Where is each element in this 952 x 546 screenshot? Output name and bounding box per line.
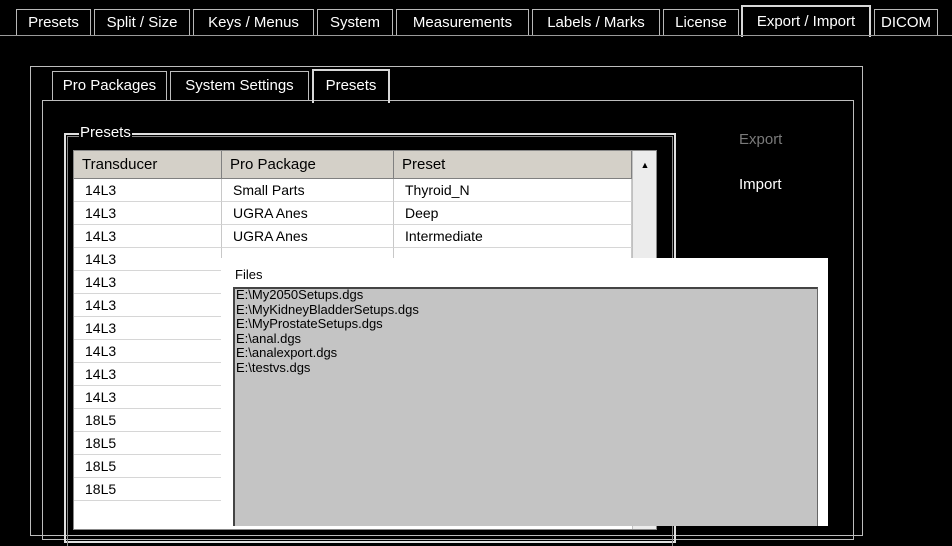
table-row[interactable]: 14L3 UGRA Anes Deep [74, 202, 632, 225]
file-item[interactable]: E:\testvs.dgs [236, 360, 310, 375]
tab-split-size[interactable]: Split / Size [94, 9, 190, 35]
files-dialog: Files E:\My2050Setups.dgs E:\MyKidneyBlad… [221, 258, 828, 526]
cell-transducer: 14L3 [74, 363, 222, 386]
table-row[interactable]: 14L3 UGRA Anes Intermediate [74, 225, 632, 248]
column-header-pro-package[interactable]: Pro Package [222, 151, 394, 179]
cell-transducer: 14L3 [74, 179, 222, 202]
subtab-presets[interactable]: Presets [312, 69, 390, 103]
tab-measurements[interactable]: Measurements [396, 9, 529, 35]
cell-transducer: 14L3 [74, 294, 222, 317]
cell-transducer: 14L3 [74, 340, 222, 363]
cell-transducer: 18L5 [74, 409, 222, 432]
top-tab-bar: Presets Split / Size Keys / Menus System… [0, 0, 952, 37]
subtab-pro-packages[interactable]: Pro Packages [52, 71, 167, 101]
file-item[interactable]: E:\anal.dgs [236, 331, 301, 346]
files-list[interactable]: E:\My2050Setups.dgs E:\MyKidneyBladderSet… [233, 287, 818, 526]
tab-export-import[interactable]: Export / Import [741, 5, 871, 37]
export-button[interactable]: Export [739, 131, 782, 148]
table-header: Transducer Pro Package Preset [74, 151, 656, 179]
files-label: Files [235, 267, 263, 282]
tab-keys-menus[interactable]: Keys / Menus [193, 9, 314, 35]
tab-system[interactable]: System [317, 9, 393, 35]
cell-preset: Intermediate [394, 225, 632, 248]
cell-transducer: 18L5 [74, 455, 222, 478]
tab-dicom[interactable]: DICOM [874, 9, 938, 35]
tab-bar-divider [0, 35, 952, 36]
scroll-up-arrow-icon[interactable]: ▲ [632, 155, 656, 175]
file-item[interactable]: E:\MyProstateSetups.dgs [236, 316, 383, 331]
cell-transducer: 14L3 [74, 317, 222, 340]
cell-preset: Thyroid_N [394, 179, 632, 202]
column-header-preset[interactable]: Preset [394, 151, 632, 179]
cell-transducer: 18L5 [74, 478, 222, 501]
file-item[interactable]: E:\MyKidneyBladderSetups.dgs [236, 302, 419, 317]
cell-transducer: 14L3 [74, 386, 222, 409]
cell-pro-package: UGRA Anes [222, 225, 394, 248]
file-item[interactable]: E:\My2050Setups.dgs [236, 287, 363, 302]
cell-transducer: 14L3 [74, 225, 222, 248]
file-item[interactable]: E:\analexport.dgs [236, 345, 337, 360]
subtab-system-settings[interactable]: System Settings [170, 71, 309, 101]
cell-transducer: 14L3 [74, 202, 222, 225]
cell-transducer: 14L3 [74, 248, 222, 271]
tab-labels-marks[interactable]: Labels / Marks [532, 9, 660, 35]
table-row[interactable]: 14L3 Small Parts Thyroid_N [74, 179, 632, 202]
cell-transducer: 18L5 [74, 432, 222, 455]
cell-pro-package: UGRA Anes [222, 202, 394, 225]
cell-preset: Deep [394, 202, 632, 225]
cell-pro-package: Small Parts [222, 179, 394, 202]
cell-transducer: 14L3 [74, 271, 222, 294]
presets-group-title: Presets [79, 124, 132, 142]
import-button[interactable]: Import [739, 176, 782, 193]
tab-presets[interactable]: Presets [16, 9, 91, 35]
column-header-transducer[interactable]: Transducer [74, 151, 222, 179]
tab-license[interactable]: License [663, 9, 739, 35]
